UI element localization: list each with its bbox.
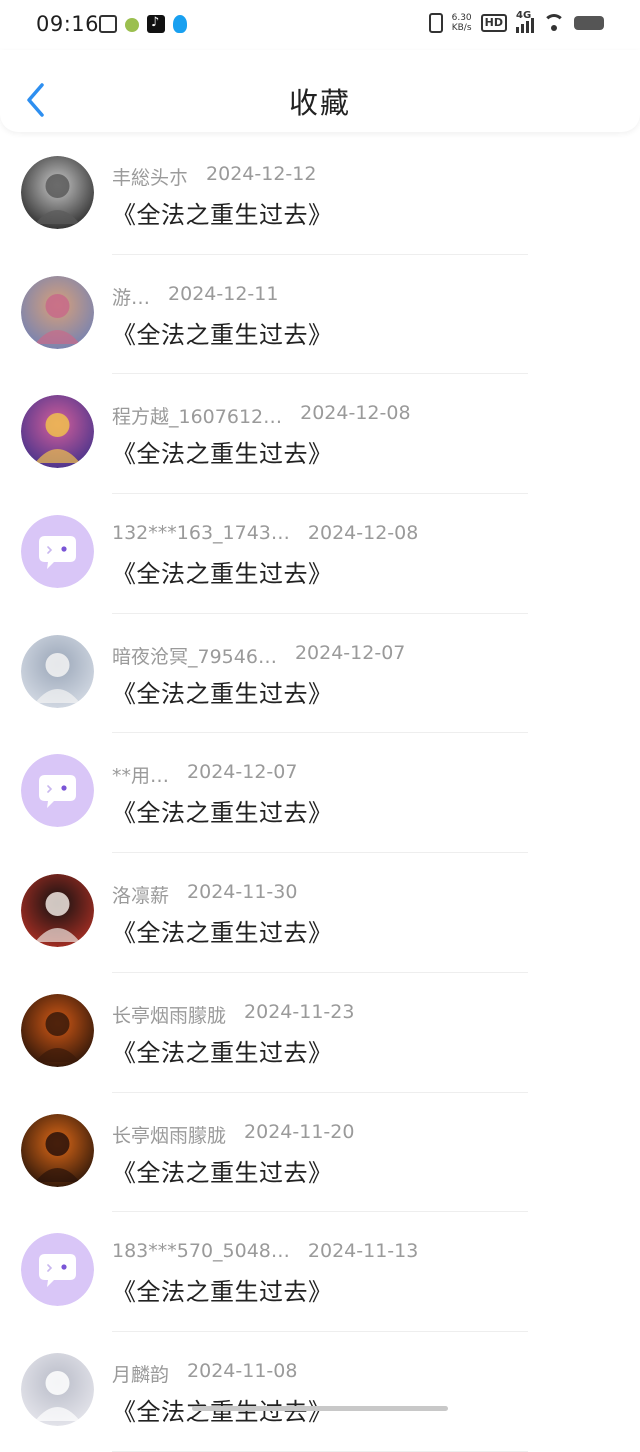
avatar[interactable] [21, 993, 94, 1067]
system-icons: 6.30 KB/s HD 4G [428, 10, 604, 33]
qq-icon [173, 15, 187, 33]
username[interactable]: 丰総头朩 [112, 163, 188, 190]
avatar[interactable] [21, 275, 94, 349]
book-title[interactable]: 《全法之重生过去》 [112, 1153, 333, 1188]
item-meta: 暗夜沧冥_79546… 2024-12-07 [112, 642, 405, 669]
username[interactable]: 132***163_1743… [112, 522, 290, 544]
user-photo [21, 1113, 94, 1187]
date: 2024-12-08 [300, 402, 411, 425]
book-title[interactable]: 《全法之重生过去》 [112, 793, 333, 828]
mascot-notification-icon [125, 18, 139, 32]
item-meta: 长亭烟雨朦胧 2024-11-20 [112, 1121, 354, 1148]
date: 2024-11-13 [307, 1240, 419, 1263]
username[interactable]: 洛凛薪 [112, 881, 169, 908]
avatar[interactable] [21, 395, 94, 469]
username[interactable]: 游… [112, 283, 150, 310]
username[interactable]: 长亭烟雨朦胧 [112, 1121, 226, 1148]
network-type-label: 4G [516, 10, 532, 21]
book-title[interactable]: 《全法之重生过去》 [112, 195, 333, 230]
default-avatar-icon [21, 1233, 94, 1307]
avatar[interactable] [21, 1233, 94, 1307]
item-meta: **用… 2024-12-07 [112, 761, 297, 788]
item-meta: 183***570_5048… 2024-11-13 [112, 1240, 418, 1262]
favorite-item[interactable]: 长亭烟雨朦胧 2024-11-20 《全法之重生过去》 [0, 1093, 640, 1213]
username[interactable]: 程方越_1607612… [112, 402, 282, 429]
favorite-item[interactable]: 长亭烟雨朦胧 2024-11-23 《全法之重生过去》 [0, 973, 640, 1093]
app-notification-icon [99, 15, 117, 33]
default-avatar-icon [21, 515, 94, 589]
date: 2024-12-12 [206, 163, 317, 185]
date: 2024-12-11 [168, 282, 279, 305]
book-title[interactable]: 《全法之重生过去》 [112, 913, 333, 948]
book-title[interactable]: 《全法之重生过去》 [112, 554, 333, 589]
book-title[interactable]: 《全法之重生过去》 [112, 1272, 333, 1307]
favorites-list: 丰総头朩 2024-12-12 《全法之重生过去》 游… 2024-12-11 《全法之重… [0, 135, 640, 1452]
date: 2024-12-08 [307, 522, 419, 545]
signal-icon: 4G [516, 10, 534, 33]
book-title[interactable]: 《全法之重生过去》 [112, 1033, 333, 1068]
home-indicator[interactable] [192, 1406, 448, 1411]
avatar[interactable] [21, 754, 94, 828]
wifi-icon [543, 14, 565, 32]
network-speed-unit: KB/s [451, 23, 472, 33]
item-meta: 洛凛薪 2024-11-30 [112, 881, 297, 908]
user-photo [21, 874, 94, 948]
favorite-item[interactable]: 183***570_5048… 2024-11-13 《全法之重生过去》 [0, 1212, 640, 1332]
item-meta: 程方越_1607612… 2024-12-08 [112, 402, 411, 429]
network-speed: 6.30 KB/s [452, 13, 472, 33]
hd-badge: HD [480, 14, 507, 32]
item-meta: 长亭烟雨朦胧 2024-11-23 [112, 1001, 354, 1028]
header: 收藏 [0, 50, 640, 132]
date: 2024-11-08 [187, 1359, 298, 1382]
default-avatar-icon [21, 754, 94, 828]
username[interactable]: **用… [112, 761, 169, 788]
status-bar: 09:16 6.30 KB/s HD 4G [0, 0, 640, 50]
item-meta: 132***163_1743… 2024-12-08 [112, 522, 418, 544]
avatar[interactable] [21, 1113, 94, 1187]
favorite-item[interactable]: 暗夜沧冥_79546… 2024-12-07 《全法之重生过去》 [0, 614, 640, 734]
favorite-item[interactable]: 游… 2024-12-11 《全法之重生过去》 [0, 255, 640, 375]
user-photo [21, 634, 94, 708]
item-meta: 游… 2024-12-11 [112, 283, 278, 310]
book-title[interactable]: 《全法之重生过去》 [112, 315, 333, 350]
favorite-item[interactable]: 洛凛薪 2024-11-30 《全法之重生过去》 [0, 853, 640, 973]
date: 2024-11-20 [244, 1120, 355, 1143]
item-meta: 丰総头朩 2024-12-12 [112, 163, 316, 190]
page-title: 收藏 [288, 86, 351, 120]
battery-icon [574, 16, 604, 30]
user-photo [21, 156, 94, 229]
username[interactable]: 月麟韵 [112, 1360, 169, 1387]
username[interactable]: 长亭烟雨朦胧 [112, 1001, 226, 1028]
book-title[interactable]: 《全法之重生过去》 [112, 434, 333, 469]
user-photo [21, 275, 94, 349]
avatar[interactable] [21, 515, 94, 589]
username[interactable]: 183***570_5048… [112, 1240, 290, 1262]
status-time: 09:16 [36, 12, 100, 36]
favorite-item[interactable]: 程方越_1607612… 2024-12-08 《全法之重生过去》 [0, 374, 640, 494]
item-meta: 月麟韵 2024-11-08 [112, 1360, 297, 1387]
date: 2024-11-23 [244, 1000, 355, 1023]
avatar[interactable] [21, 634, 94, 708]
vibrate-icon [428, 13, 443, 33]
user-photo [21, 993, 94, 1067]
date: 2024-12-07 [187, 761, 298, 784]
avatar[interactable] [21, 156, 94, 229]
username[interactable]: 暗夜沧冥_79546… [112, 642, 277, 669]
network-speed-value: 6.30 [451, 13, 472, 23]
tiktok-icon [147, 15, 165, 33]
favorite-item[interactable]: 丰総头朩 2024-12-12 《全法之重生过去》 [0, 135, 640, 255]
favorite-item[interactable]: 月麟韵 2024-11-08 《全法之重生过去》 [0, 1332, 640, 1452]
date: 2024-11-30 [187, 881, 298, 904]
date: 2024-12-07 [294, 641, 406, 664]
notification-icons [99, 15, 187, 33]
favorite-item[interactable]: 132***163_1743… 2024-12-08 《全法之重生过去》 [0, 494, 640, 614]
user-photo [21, 395, 94, 469]
book-title[interactable]: 《全法之重生过去》 [112, 674, 333, 709]
avatar[interactable] [21, 874, 94, 948]
favorite-item[interactable]: **用… 2024-12-07 《全法之重生过去》 [0, 733, 640, 853]
